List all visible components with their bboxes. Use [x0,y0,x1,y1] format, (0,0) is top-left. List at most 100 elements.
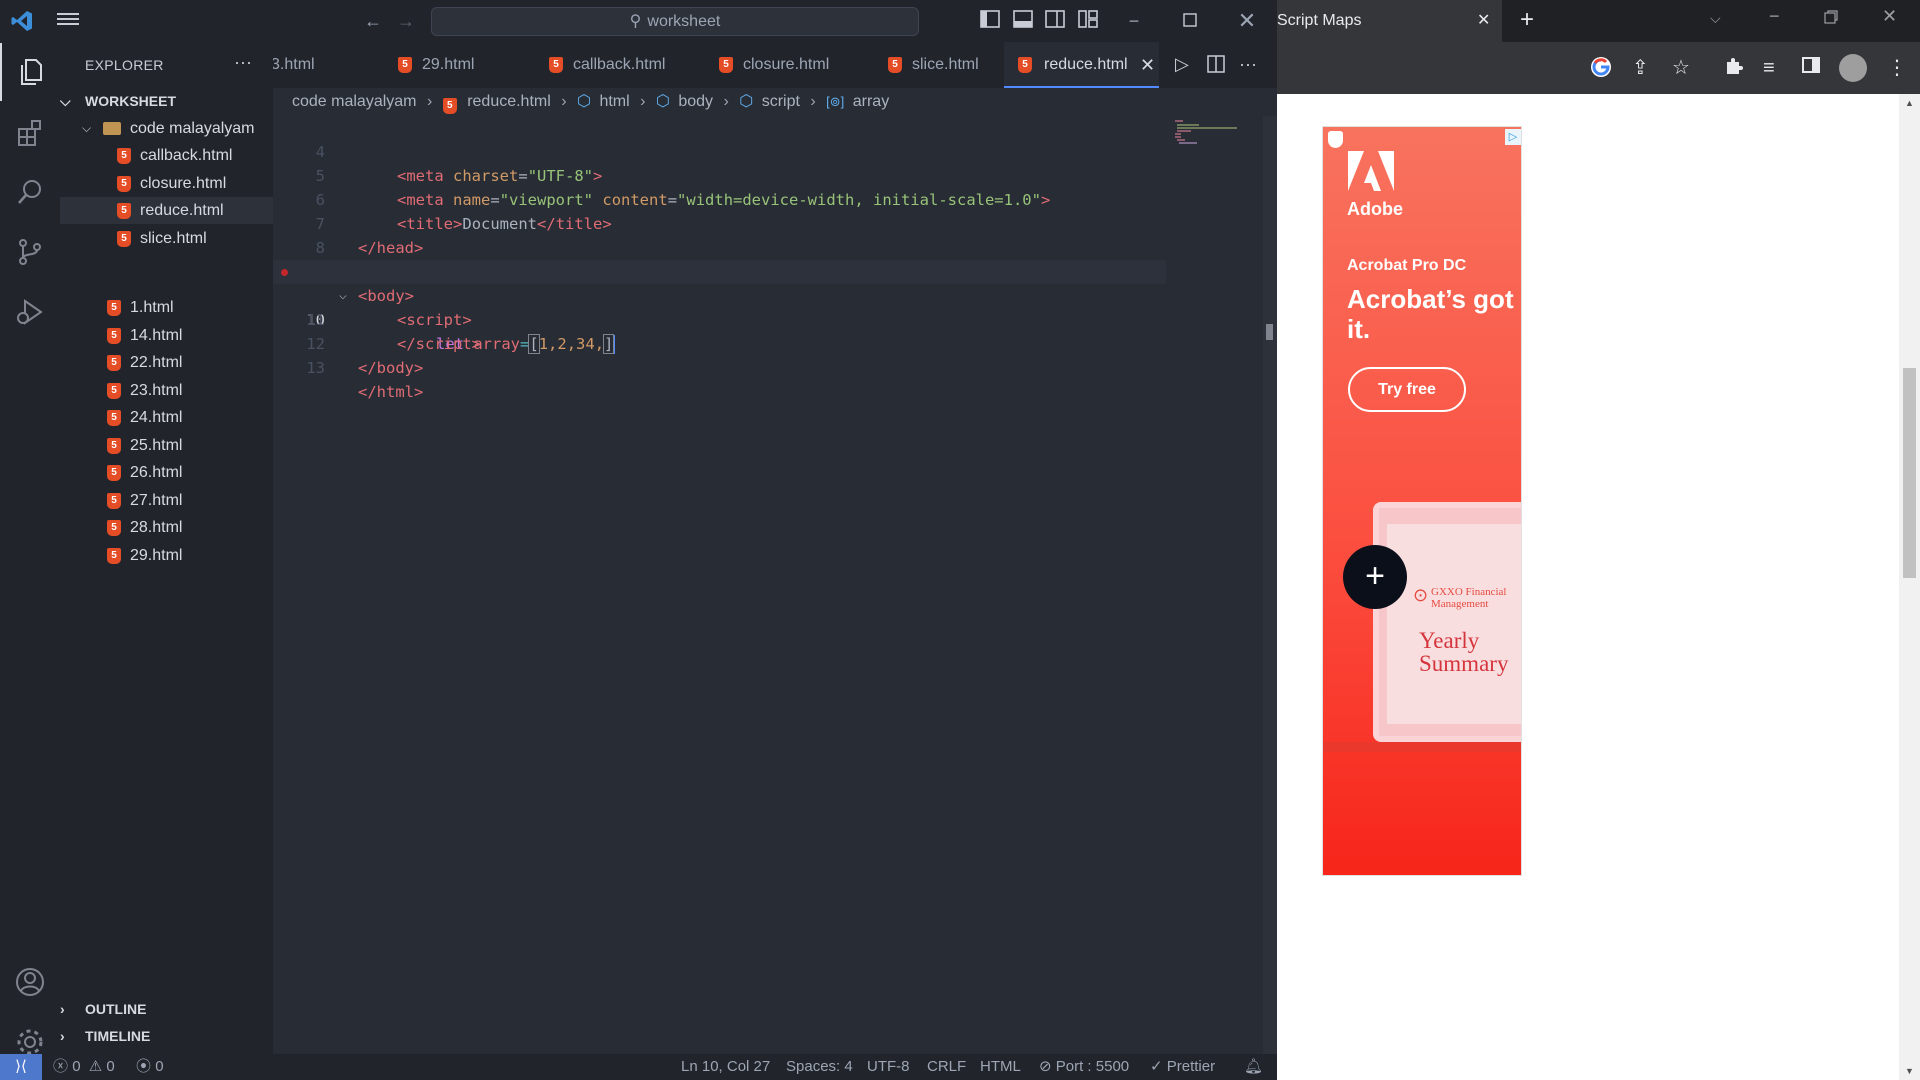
chevron-right-icon: › [60,1001,65,1017]
customize-layout-icon[interactable] [1078,10,1098,33]
share-icon[interactable]: ⇪ [1632,56,1649,80]
minimap[interactable] [1171,116,1251,166]
run-debug-activity-icon[interactable] [0,283,60,341]
indentation[interactable]: Spaces: 4 [786,1054,853,1080]
bookmark-star-icon[interactable]: ☆ [1672,56,1690,80]
tab-slice-html[interactable]: 5 slice.html [868,42,1018,88]
adobe-advertisement[interactable]: ▷ Adobe Acrobat Pro DC Acrobat’s got it.… [1322,126,1522,876]
warning-icon: ⚠ [88,1058,103,1075]
command-center-label: worksheet [647,13,721,30]
file-label: reduce.html [140,202,224,219]
explorer-activity-icon[interactable] [0,43,60,101]
page-scrollbar[interactable]: ▲ ▼ [1899,94,1920,1080]
end-of-line[interactable]: CRLF [927,1054,966,1080]
scroll-down-arrow-icon[interactable]: ▼ [1905,1066,1914,1076]
file-row[interactable]: 5 28.html [60,514,273,541]
minimize-icon[interactable]: − [1124,10,1144,32]
close-window-icon[interactable]: ✕ [1882,6,1897,27]
breadcrumb-item[interactable]: code malayalyam [292,88,417,116]
remote-indicator-icon[interactable]: ⟩⟨ [0,1054,42,1080]
code-line-11: 11 </script> [273,284,1166,353]
live-server-port[interactable]: ⊘ Port : 5500 [1039,1054,1129,1080]
tab-search-chevron-icon[interactable]: ⌵ [1710,10,1721,27]
file-row-closure[interactable]: 5 closure.html [60,170,273,197]
workspace-section[interactable]: ⌵ WORKSHEET [60,88,273,115]
breakpoint-dot[interactable] [281,269,288,276]
breadcrumb-item[interactable]: body [678,88,713,116]
extensions-activity-icon[interactable] [0,103,60,161]
file-row-callback[interactable]: 5 callback.html [60,142,273,169]
close-tab-icon[interactable]: ✕ [1477,0,1490,42]
accounts-icon[interactable] [0,953,60,1011]
minimize-icon[interactable]: − [1769,6,1780,27]
more-actions-icon[interactable]: ··· [1239,54,1257,75]
tab-closure-html[interactable]: 5 closure.html [705,42,867,88]
file-row[interactable]: 5 24.html [60,404,273,431]
run-icon[interactable]: ▷ [1175,54,1189,75]
profile-avatar[interactable] [1839,54,1867,82]
tab-reduce-html[interactable]: 5 reduce.html ✕ [1004,42,1159,88]
file-row[interactable]: 5 22.html [60,349,273,376]
maximize-icon[interactable] [1180,10,1200,32]
breadcrumb-item[interactable]: html [599,88,629,116]
browser-tab[interactable]: Script Maps ✕ [1277,0,1502,42]
code-editor[interactable]: 4 <meta charset="UTF-8"> 5 <meta name="v… [273,116,1166,1054]
more-menu-icon[interactable]: ⋮ [1887,56,1907,80]
file-row[interactable]: 5 1.html [60,294,273,321]
code-line-12: 12 </body> [273,308,1166,377]
timeline-section[interactable]: › TIMELINE [60,1023,273,1050]
try-free-button[interactable]: Try free [1348,367,1466,412]
problems-status[interactable]: ⓧ 0 ⚠ 0 [53,1054,115,1080]
extensions-puzzle-icon[interactable] [1724,56,1744,82]
source-control-activity-icon[interactable] [0,223,60,281]
side-panel-icon[interactable] [1802,56,1820,80]
file-row[interactable]: 5 29.html [60,542,273,569]
tab-3-html[interactable]: 3.html [273,42,383,88]
web-page: ▷ Adobe Acrobat Pro DC Acrobat’s got it.… [1277,94,1920,1080]
adchoices-icon[interactable]: ▷ [1505,129,1521,145]
toggle-secondary-sidebar-icon[interactable] [1045,10,1065,33]
tab-callback-html[interactable]: 5 callback.html [535,42,705,88]
code-line-9: 9 ⌵ <script> [273,236,1166,329]
split-editor-icon[interactable] [1207,55,1225,78]
search-activity-icon[interactable] [0,163,60,221]
tab-29-html[interactable]: 5 29.html [384,42,534,88]
file-row[interactable]: 5 14.html [60,322,273,349]
new-tab-icon[interactable]: + [1520,6,1534,34]
breadcrumb-item[interactable]: script [762,88,800,116]
file-row[interactable]: 5 23.html [60,377,273,404]
close-icon[interactable]: ✕ [1237,10,1257,32]
language-mode[interactable]: HTML [980,1054,1021,1080]
google-icon[interactable] [1590,56,1612,84]
close-tab-icon[interactable]: ✕ [1140,42,1155,88]
outline-section[interactable]: › OUTLINE [60,996,273,1023]
ports-status[interactable]: ⦿ 0 [136,1054,164,1080]
toggle-primary-sidebar-icon[interactable] [980,10,1000,33]
file-row-reduce[interactable]: 5 reduce.html [60,197,273,224]
scroll-up-arrow-icon[interactable]: ▲ [1905,98,1914,108]
file-row[interactable]: 5 25.html [60,432,273,459]
report-logo-icon: ⊙ [1413,585,1429,605]
prettier-status[interactable]: ✓ Prettier [1150,1054,1215,1080]
encoding[interactable]: UTF-8 [867,1054,910,1080]
menu-icon[interactable] [56,10,80,33]
editor-scrollbar[interactable] [1263,116,1277,1054]
toggle-panel-icon[interactable] [1013,10,1033,33]
media-playlist-icon[interactable]: ≡ [1763,56,1775,80]
chevron-down-icon: ⌵ [60,93,71,109]
restore-icon[interactable] [1824,10,1838,29]
file-row-slice[interactable]: 5 slice.html [60,225,273,252]
breadcrumb-item[interactable]: array [853,88,889,116]
notifications-bell-icon[interactable]: 🔔︎ [1244,1054,1263,1080]
scrollbar-thumb[interactable] [1903,368,1916,578]
radio-tower-icon: ⦿ [136,1058,152,1075]
breadcrumb-item[interactable]: reduce.html [467,88,551,116]
cursor-position[interactable]: Ln 10, Col 27 [681,1054,770,1080]
back-arrow-icon[interactable]: ← [361,10,385,32]
forward-arrow-icon[interactable]: → [394,10,418,32]
folder-row[interactable]: ⌵ code malayalyam [60,115,273,142]
more-actions-icon[interactable]: ··· [234,52,252,73]
file-row[interactable]: 5 27.html [60,487,273,514]
file-row[interactable]: 5 26.html [60,459,273,486]
command-center-search[interactable]: ⚲ worksheet [431,7,919,36]
